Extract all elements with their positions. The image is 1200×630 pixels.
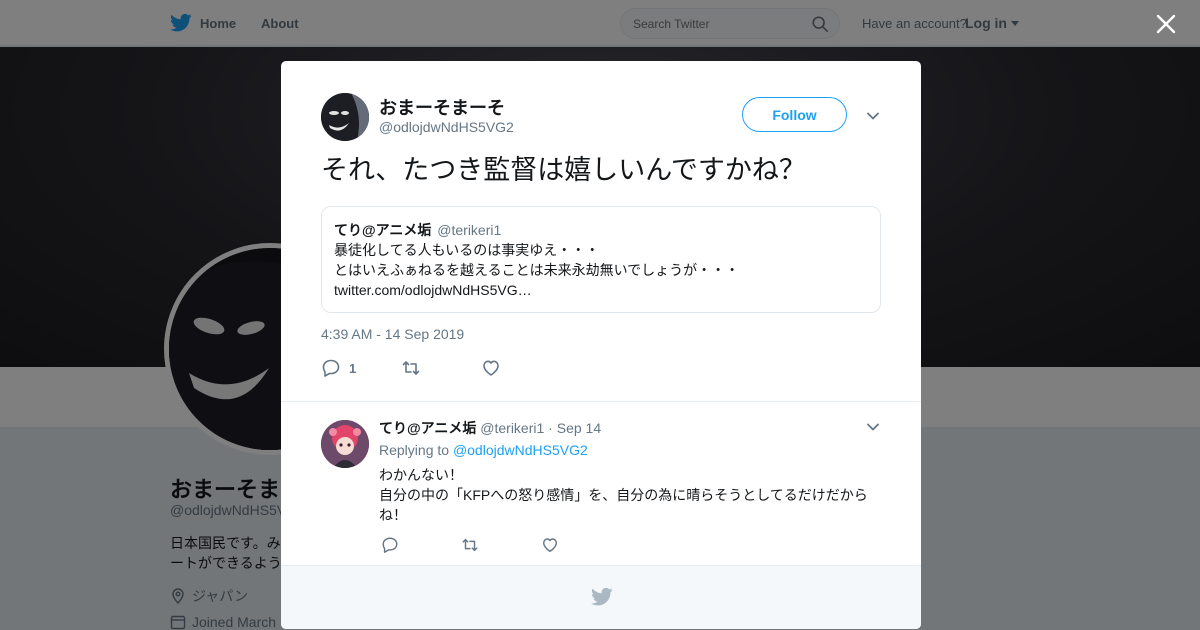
reply-count: 1 bbox=[349, 360, 357, 376]
reply-button[interactable]: 1 bbox=[321, 358, 401, 378]
replying-to: Replying to @odlojdwNdHS5VG2 bbox=[379, 442, 588, 458]
close-icon[interactable] bbox=[1154, 12, 1178, 36]
reply-icon bbox=[322, 359, 340, 377]
quoted-author-name: てり@アニメ垢 bbox=[334, 222, 432, 238]
modal-footer bbox=[281, 565, 921, 629]
retweet-icon bbox=[462, 538, 478, 552]
separator-dot: · bbox=[548, 420, 553, 436]
quoted-author-handle: @terikeri1 bbox=[437, 222, 502, 238]
tweet-text: それ、たつき監督は嬉しいんですかね？ bbox=[321, 155, 806, 185]
reply-author-name[interactable]: てり@アニメ垢 bbox=[379, 420, 476, 436]
twitter-bird-icon bbox=[591, 587, 613, 606]
divider bbox=[281, 401, 921, 402]
author-avatar[interactable] bbox=[321, 93, 369, 141]
reply-text-line: ね！ bbox=[379, 507, 407, 523]
author-handle[interactable]: @odlojdwNdHS5VG2 bbox=[379, 119, 514, 135]
quoted-link[interactable]: twitter.com/odlojdwNdHS5VG… bbox=[334, 280, 868, 300]
reply-text: わかんない！ 自分の中の「KFPへの怒り感情」を、自分の為に晴らそうとしてるだけ… bbox=[379, 465, 879, 525]
retweet-button[interactable] bbox=[401, 358, 481, 378]
reply-icon bbox=[382, 537, 398, 553]
reply-date[interactable]: Sep 14 bbox=[557, 420, 601, 436]
quoted-tweet-header: てり@アニメ垢 @terikeri1 bbox=[334, 220, 868, 240]
reply-actions bbox=[381, 536, 621, 554]
reply-button[interactable] bbox=[381, 536, 461, 554]
replying-prefix: Replying to bbox=[379, 442, 450, 458]
reply-author-avatar-image bbox=[321, 420, 369, 468]
chevron-down-icon[interactable] bbox=[866, 420, 880, 434]
reply-text-line: 自分の中の「KFPへの怒り感情」を、自分の為に晴らそうとしてるだけだから bbox=[379, 487, 868, 503]
retweet-button[interactable] bbox=[461, 536, 541, 554]
reply-text-line: わかんない！ bbox=[379, 467, 463, 483]
tweet-timestamp[interactable]: 4:39 AM - 14 Sep 2019 bbox=[321, 326, 464, 342]
reply-author-avatar[interactable] bbox=[321, 420, 369, 468]
tweet-actions: 1 bbox=[321, 358, 561, 378]
reply-header: てり@アニメ垢 @terikeri1 · Sep 14 bbox=[379, 418, 601, 438]
author-name[interactable]: おまーそまーそ bbox=[379, 94, 505, 120]
follow-button[interactable]: Follow bbox=[742, 97, 847, 132]
quoted-text-line: 暴徒化してる人もいるのは事実ゆえ・・・ bbox=[334, 242, 600, 258]
like-button[interactable] bbox=[481, 358, 561, 378]
replying-to-link[interactable]: @odlojdwNdHS5VG2 bbox=[453, 442, 588, 458]
retweet-icon bbox=[402, 361, 420, 375]
heart-icon bbox=[483, 360, 499, 376]
chevron-down-icon[interactable] bbox=[866, 109, 880, 123]
heart-icon bbox=[542, 538, 558, 553]
reply-author-handle[interactable]: @terikeri1 bbox=[480, 420, 544, 436]
tweet-modal: おまーそまーそ @odlojdwNdHS5VG2 Follow それ、たつき監督… bbox=[281, 61, 921, 629]
like-button[interactable] bbox=[541, 536, 621, 554]
quoted-text-line: とはいえふぁねるを越えることは未来永劫無いでしょうが・・・ bbox=[334, 262, 740, 278]
quoted-tweet[interactable]: てり@アニメ垢 @terikeri1 暴徒化してる人もいるのは事実ゆえ・・・ と… bbox=[321, 206, 881, 313]
author-avatar-image bbox=[321, 93, 369, 141]
